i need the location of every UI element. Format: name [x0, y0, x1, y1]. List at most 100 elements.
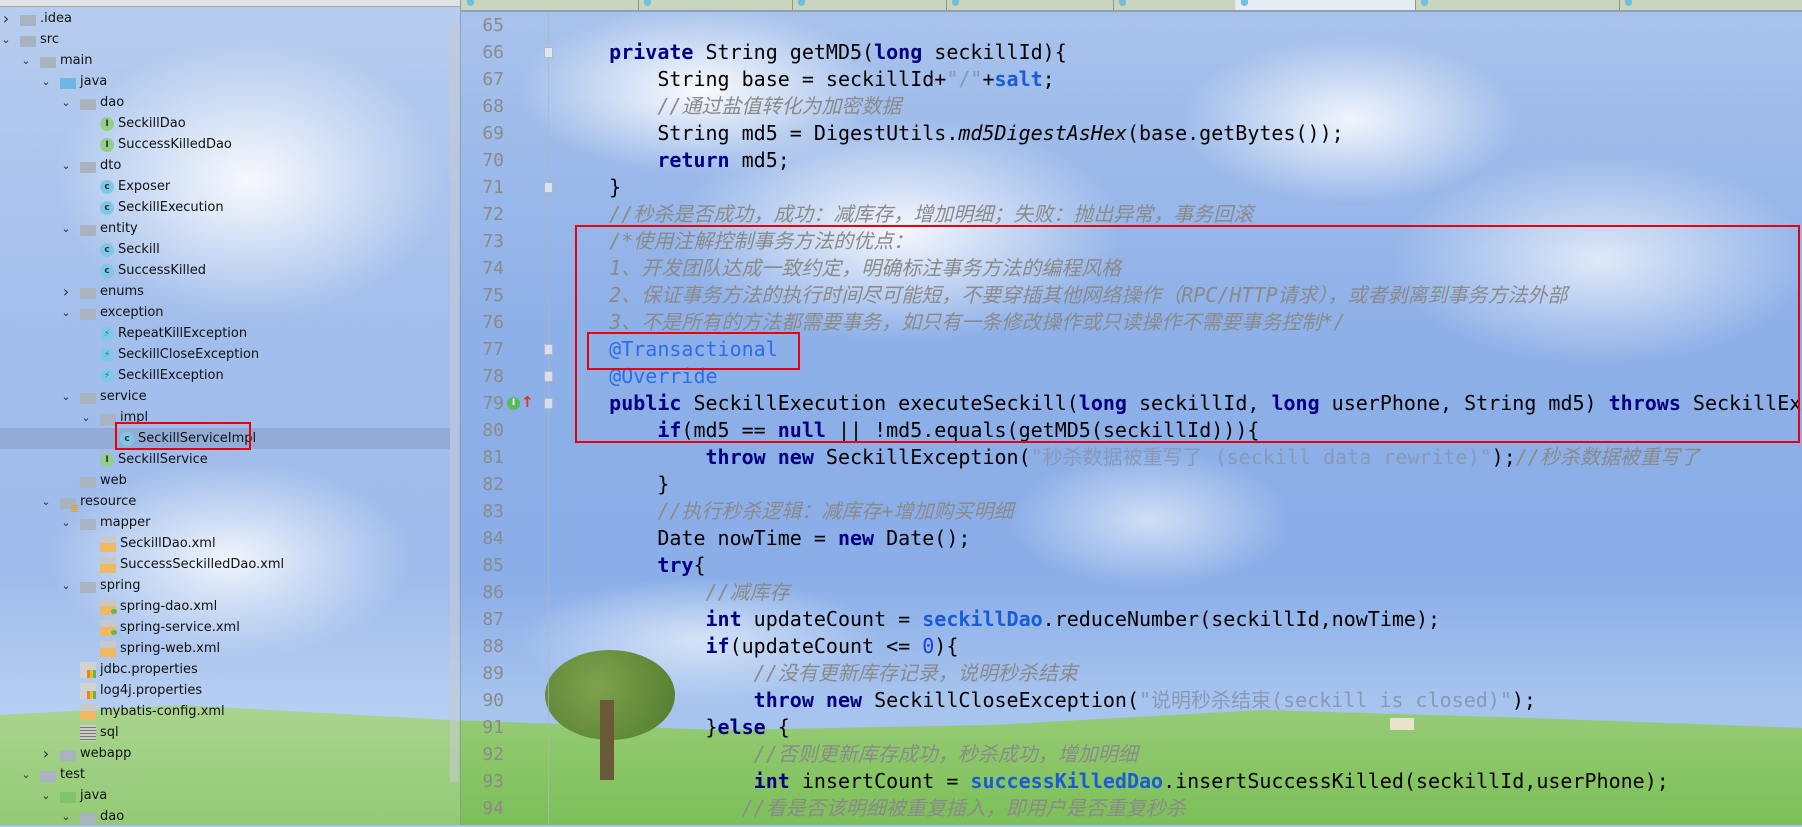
code-line: 85 try{ — [0, 552, 1802, 579]
comment: //没有更新库存记录，说明秒杀结束 — [561, 661, 1078, 685]
line-number[interactable]: 78 — [462, 363, 504, 390]
line-number[interactable]: 71 — [462, 174, 504, 201]
code-text: insertCount = — [789, 769, 971, 793]
file-type-icon — [1241, 0, 1248, 6]
code-text: .insertSuccessKilled(seckillId,userPhone… — [1163, 769, 1669, 793]
keyword: throw — [705, 445, 766, 469]
code-text: .reduceNumber(seckillId,nowTime); — [1042, 607, 1441, 631]
code-line: 83 //执行秒杀逻辑：减库存+增加购买明细 — [0, 498, 1802, 525]
fold-marker-icon[interactable] — [544, 398, 553, 409]
line-number[interactable]: 84 — [462, 525, 504, 552]
line-number[interactable]: 66 — [462, 39, 504, 66]
code-content: if(updateCount <= 0){ — [561, 633, 959, 660]
code-content: throw new SeckillCloseException("说明秒杀结束(… — [561, 687, 1536, 714]
code-content: String md5 = DigestUtils.md5DigestAsHex(… — [561, 120, 1343, 147]
code-content: String base = seckillId+"/"+salt; — [561, 66, 1055, 93]
fold-marker-icon[interactable] — [544, 182, 553, 193]
code-content: //没有更新库存记录，说明秒杀结束 — [561, 660, 1078, 687]
string-literal: "秒杀数据被重写了 (seckill data rewrite)" — [1030, 445, 1492, 469]
line-number[interactable]: 90 — [462, 687, 504, 714]
line-number[interactable]: 91 — [462, 714, 504, 741]
code-content: int updateCount = seckillDao.reduceNumbe… — [561, 606, 1441, 633]
line-number[interactable]: 74 — [462, 255, 504, 282]
code-text: ; — [1042, 67, 1055, 91]
line-number[interactable]: 92 — [462, 741, 504, 768]
line-number[interactable]: 89 — [462, 660, 504, 687]
line-number[interactable]: 79 — [462, 390, 504, 417]
keyword: new — [777, 445, 814, 469]
line-number[interactable]: 69 — [462, 120, 504, 147]
code-content: private String getMD5(long seckillId){ — [561, 39, 1067, 66]
line-number[interactable]: 82 — [462, 471, 504, 498]
editor-tab[interactable] — [1235, 0, 1416, 10]
line-number[interactable]: 67 — [462, 66, 504, 93]
code-text: String md5 = DigestUtils. — [561, 121, 959, 145]
fold-marker-icon[interactable] — [544, 47, 553, 58]
code-text: Date(); — [874, 526, 971, 550]
implements-method-icon[interactable]: I — [507, 397, 520, 410]
keyword: return — [657, 148, 730, 172]
arrow-up-icon[interactable]: ↑ — [521, 395, 534, 410]
keyword: try — [657, 553, 694, 577]
code-line: 68 //通过盐值转化为加密数据 — [0, 93, 1802, 120]
file-type-icon — [952, 0, 959, 6]
code-line: 67 String base = seckillId+"/"+salt; — [0, 66, 1802, 93]
file-type-icon — [1421, 0, 1428, 6]
code-content: //看是否该明细被重复插入，即用户是否重复秒杀 — [561, 795, 1186, 822]
line-number[interactable]: 70 — [462, 147, 504, 174]
file-type-icon — [798, 0, 805, 6]
line-number[interactable]: 68 — [462, 93, 504, 120]
code-text: ){ — [934, 634, 959, 658]
fold-marker-icon[interactable] — [544, 344, 553, 355]
code-content: Date nowTime = new Date(); — [561, 525, 970, 552]
editor-tab[interactable] — [1415, 0, 1620, 10]
editor-tab[interactable] — [792, 0, 947, 10]
line-number[interactable]: 76 — [462, 309, 504, 336]
code-content: try{ — [561, 552, 705, 579]
editor-tab[interactable] — [638, 0, 793, 10]
keyword: new — [825, 688, 863, 712]
line-number[interactable]: 85 — [462, 552, 504, 579]
static-method-call: md5DigestAsHex — [958, 121, 1127, 145]
line-number[interactable]: 73 — [462, 228, 504, 255]
editor-tab[interactable] — [946, 0, 1114, 10]
line-number[interactable]: 80 — [462, 417, 504, 444]
editor-tab[interactable] — [1619, 0, 1802, 10]
field-reference: seckillDao — [922, 607, 1043, 631]
code-line: 86 //减库存 — [0, 579, 1802, 606]
comment: //看是否该明细被重复插入，即用户是否重复秒杀 — [561, 796, 1186, 820]
keyword: int — [705, 607, 742, 631]
line-number[interactable]: 81 — [462, 444, 504, 471]
file-type-icon — [1119, 0, 1126, 6]
line-number[interactable]: 72 — [462, 201, 504, 228]
code-content: //通过盐值转化为加密数据 — [561, 93, 901, 120]
line-number[interactable]: 86 — [462, 579, 504, 606]
keyword: else — [717, 715, 766, 739]
code-line: 81 throw new SeckillException("秒杀数据被重写了 … — [0, 444, 1802, 471]
editor-tab[interactable] — [1113, 0, 1236, 10]
line-number[interactable]: 87 — [462, 606, 504, 633]
code-text: } — [561, 715, 718, 739]
code-line: 69 String md5 = DigestUtils.md5DigestAsH… — [0, 120, 1802, 147]
line-number[interactable]: 65 — [462, 12, 504, 39]
code-content: } — [561, 471, 669, 498]
line-number[interactable]: 93 — [462, 768, 504, 795]
fold-marker-icon[interactable] — [544, 371, 553, 382]
line-number[interactable]: 75 — [462, 282, 504, 309]
keyword: long — [874, 40, 923, 64]
string-literal: "说明秒杀结束(seckill is closed)" — [1139, 688, 1512, 712]
code-text: md5; — [729, 148, 790, 172]
code-content: //秒杀是否成功，成功：减库存，增加明细；失败：抛出异常，事务回滚 — [561, 201, 1253, 228]
line-number[interactable]: 88 — [462, 633, 504, 660]
editor-tab[interactable] — [461, 0, 639, 10]
line-number[interactable]: 83 — [462, 498, 504, 525]
line-number[interactable]: 77 — [462, 336, 504, 363]
line-number[interactable]: 94 — [462, 795, 504, 822]
code-content: throw new SeckillException("秒杀数据被重写了 (se… — [561, 444, 1700, 471]
comment: //通过盐值转化为加密数据 — [561, 94, 902, 118]
